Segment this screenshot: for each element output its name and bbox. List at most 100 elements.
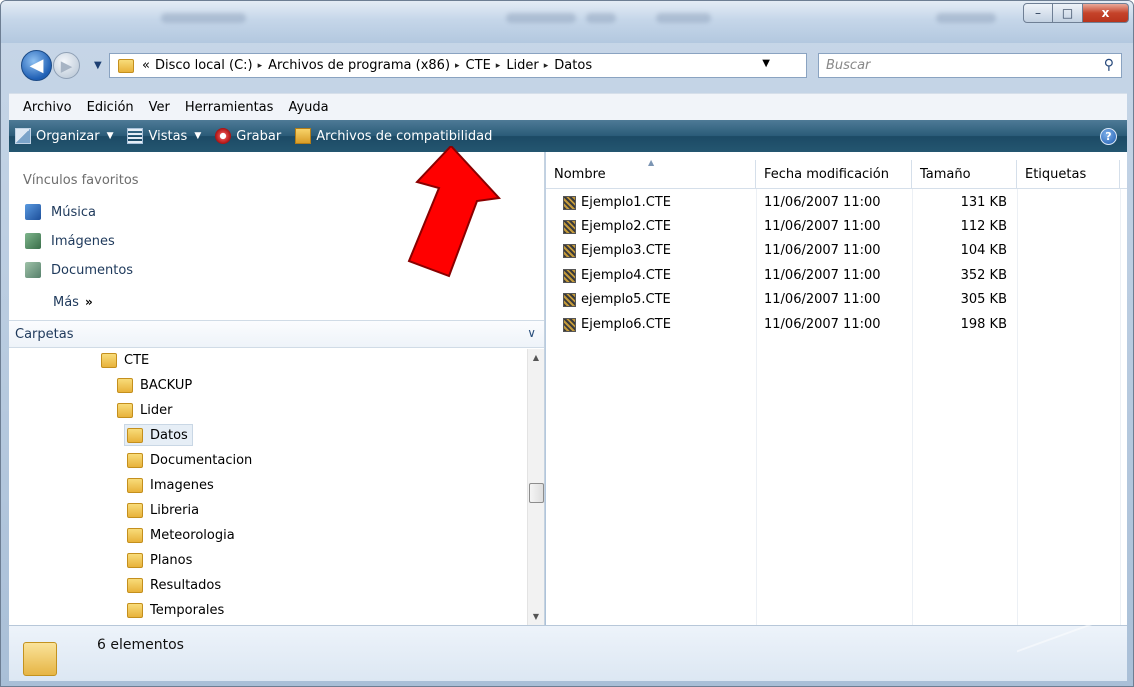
title-bar[interactable]: – □ x (1, 1, 1133, 43)
search-placeholder: Buscar (826, 58, 871, 73)
forward-button[interactable]: ▶ (53, 52, 80, 79)
menu-archivo[interactable]: Archivo (23, 100, 72, 115)
red-annotation-arrow (407, 146, 502, 278)
tree-item-temporales[interactable]: Temporales (125, 599, 228, 621)
tree-item-label: Imagenes (150, 477, 214, 493)
favorite-label: Documentos (51, 262, 134, 278)
search-box[interactable]: Buscar ⚲ (818, 53, 1122, 78)
minimize-button[interactable]: – (1023, 3, 1053, 23)
address-dropdown-icon[interactable]: ▼ (762, 58, 770, 69)
scrollbar-thumb[interactable] (529, 483, 544, 503)
folder-icon (118, 58, 134, 73)
tree-item-label: Lider (140, 402, 173, 418)
file-list-pane: Nombre ▲ Fecha modificación Tamaño Etiqu… (546, 152, 1127, 625)
file-size: 104 KB (960, 243, 1007, 258)
organizar-label: Organizar (36, 128, 100, 144)
column-header-etiquetas[interactable]: Etiquetas (1017, 160, 1120, 189)
vistas-button[interactable]: Vistas ▼ (127, 128, 201, 144)
file-name: Ejemplo3.CTE (581, 243, 671, 258)
tree-item-resultados[interactable]: Resultados (125, 574, 225, 596)
maximize-button[interactable]: □ (1053, 3, 1083, 23)
cte-file-icon (563, 244, 576, 258)
folder-tree-scrollbar[interactable]: ▲ ▼ (527, 349, 544, 625)
cte-file-icon (563, 293, 576, 307)
address-bar[interactable]: « Disco local (C:) ▸ Archivos de program… (109, 53, 910, 78)
file-size: 305 KB (960, 292, 1007, 307)
file-date: 11/06/2007 11:00 (764, 195, 881, 210)
file-row[interactable]: ejemplo5.CTE 11/06/2007 11:00 305 KB (546, 289, 1016, 313)
double-chevron-icon: » (84, 295, 93, 309)
breadcrumb-separator-icon[interactable]: ▸ (455, 61, 460, 71)
title-blur (161, 13, 246, 23)
organizar-button[interactable]: Organizar ▼ (15, 128, 113, 144)
column-header-nombre[interactable]: Nombre ▲ (546, 158, 756, 189)
tree-item-imagenes[interactable]: Imagenes (125, 474, 218, 496)
item-count: 6 elementos (97, 637, 184, 653)
breadcrumb-lider[interactable]: Lider (506, 58, 538, 73)
breadcrumb-overflow[interactable]: « (142, 58, 150, 73)
breadcrumb-archivos-programa[interactable]: Archivos de programa (x86) (268, 58, 450, 73)
forward-arrow-icon: ▶ (60, 56, 73, 75)
folder-icon (23, 642, 57, 676)
file-row[interactable]: Ejemplo3.CTE 11/06/2007 11:00 104 KB (546, 240, 1016, 264)
breadcrumb-separator-icon[interactable]: ▸ (544, 61, 549, 71)
tree-item-datos[interactable]: Datos (124, 424, 193, 446)
breadcrumb-separator-icon[interactable]: ▸ (258, 61, 263, 71)
folders-header[interactable]: Carpetas ∨ (9, 320, 544, 348)
grabar-button[interactable]: Grabar (215, 128, 281, 144)
column-header-tamano[interactable]: Tamaño (912, 160, 1017, 189)
scroll-up-icon[interactable]: ▲ (528, 353, 544, 362)
folder-icon (127, 427, 143, 443)
file-name: Ejemplo1.CTE (581, 195, 671, 210)
compatibility-files-button[interactable]: Archivos de compatibilidad (295, 128, 492, 144)
menu-ver[interactable]: Ver (149, 100, 170, 115)
tree-item-label: Documentacion (150, 452, 253, 468)
tree-item-documentacion[interactable]: Documentacion (125, 449, 256, 471)
menu-ayuda[interactable]: Ayuda (288, 100, 328, 115)
more-favorites-link[interactable]: Más » (53, 295, 93, 310)
tree-item-lider[interactable]: Lider (115, 399, 176, 421)
file-name: Ejemplo2.CTE (581, 219, 671, 234)
folders-heading: Carpetas (15, 326, 74, 342)
explorer-window: – □ x ◀ ▶ ▼ « Disco local (C:) ▸ Archivo… (0, 0, 1134, 687)
folder-icon (117, 377, 133, 393)
favorite-imagenes[interactable]: Imágenes (25, 233, 115, 249)
column-divider (1017, 189, 1018, 625)
file-size: 112 KB (960, 219, 1007, 234)
file-row[interactable]: Ejemplo6.CTE 11/06/2007 11:00 198 KB (546, 314, 1016, 338)
title-blur (936, 13, 996, 23)
details-pane: 6 elementos (9, 617, 1127, 686)
search-icon[interactable]: ⚲ (1104, 57, 1114, 73)
more-label: Más (53, 295, 79, 310)
favorites-heading: Vínculos favoritos (23, 173, 139, 188)
file-date: 11/06/2007 11:00 (764, 243, 881, 258)
favorite-documentos[interactable]: Documentos (25, 262, 133, 278)
breadcrumb-separator-icon[interactable]: ▸ (496, 61, 501, 71)
menu-edicion[interactable]: Edición (87, 100, 134, 115)
burn-disc-icon (215, 128, 232, 144)
file-row[interactable]: Ejemplo1.CTE 11/06/2007 11:00 131 KB (546, 192, 1016, 216)
navigation-row: ◀ ▶ ▼ « Disco local (C:) ▸ Archivos de p… (1, 45, 1133, 89)
recent-pages-dropdown-icon[interactable]: ▼ (94, 60, 102, 71)
back-button[interactable]: ◀ (21, 50, 52, 81)
tree-item-backup[interactable]: BACKUP (115, 374, 196, 396)
folder-icon (127, 452, 143, 468)
breadcrumb-disco-local[interactable]: Disco local (C:) (155, 58, 253, 73)
breadcrumb-datos[interactable]: Datos (554, 58, 592, 73)
column-header-fecha[interactable]: Fecha modificación (756, 160, 912, 189)
file-row[interactable]: Ejemplo2.CTE 11/06/2007 11:00 112 KB (546, 216, 1016, 240)
scroll-down-icon[interactable]: ▼ (528, 612, 544, 621)
tree-item-planos[interactable]: Planos (125, 549, 196, 571)
close-button[interactable]: x (1083, 3, 1129, 23)
file-name: ejemplo5.CTE (581, 292, 671, 307)
chevron-down-icon[interactable]: ∨ (527, 326, 536, 340)
file-row[interactable]: Ejemplo4.CTE 11/06/2007 11:00 352 KB (546, 265, 1016, 289)
tree-item-cte[interactable]: CTE (99, 349, 153, 371)
favorite-musica[interactable]: Música (25, 204, 96, 220)
tree-item-libreria[interactable]: Libreria (125, 499, 203, 521)
tree-item-meteorologia[interactable]: Meteorologia (125, 524, 239, 546)
menu-herramientas[interactable]: Herramientas (185, 100, 274, 115)
folder-icon (101, 352, 117, 368)
breadcrumb-cte[interactable]: CTE (466, 58, 491, 73)
help-icon[interactable]: ? (1100, 128, 1117, 145)
